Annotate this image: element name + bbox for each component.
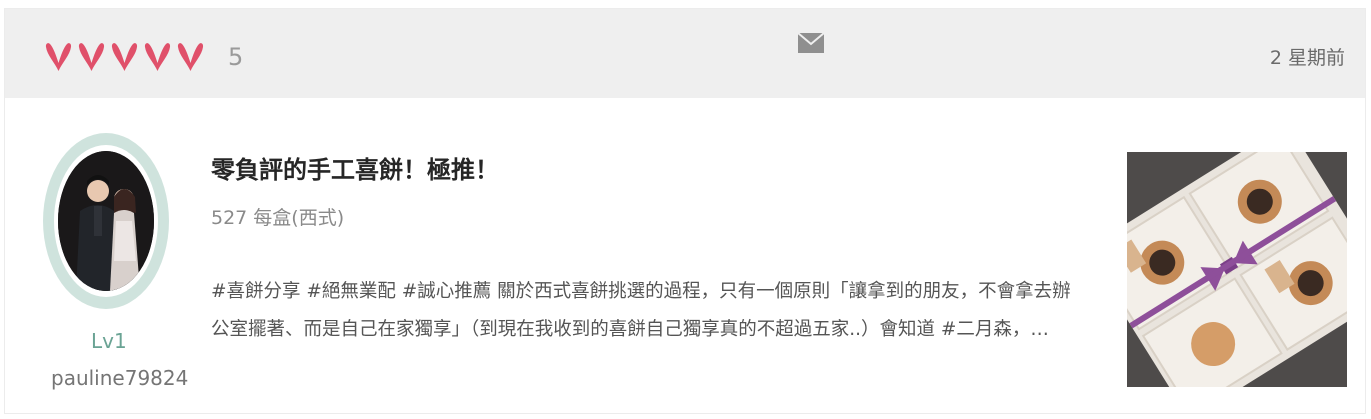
post-excerpt: #喜餅分享 #絕無業配 #誠心推薦 關於西式喜餅挑選的過程，只有一個原則「讓拿到… — [211, 273, 1091, 349]
mail-icon[interactable] — [797, 29, 825, 57]
heart-icon — [76, 41, 107, 73]
heart-icon — [109, 41, 140, 73]
post-thumbnail[interactable] — [1127, 152, 1347, 387]
user-level: Lv1 — [91, 329, 127, 353]
excerpt-line: 公室擺著、而是自己在家獨享」（到現在我收到的喜餅自己獨享真的不超過五家..）會知… — [211, 319, 1049, 340]
avatar-photo — [58, 151, 154, 291]
avatar[interactable] — [43, 133, 169, 309]
post-title[interactable]: 零負評的手工喜餅！極推！ — [211, 150, 499, 185]
username[interactable]: pauline79824 — [51, 366, 188, 390]
heart-icon — [43, 41, 74, 73]
excerpt-line: #喜餅分享 #絕無業配 #誠心推薦 關於西式喜餅挑選的過程，只有一個原則「讓拿到… — [211, 281, 1071, 302]
review-header: 5 2 星期前 — [5, 9, 1365, 98]
timestamp: 2 星期前 — [1269, 47, 1345, 69]
heart-icon — [175, 41, 206, 73]
post-price: 527 每盒(西式) — [211, 207, 345, 229]
avatar-frame — [54, 145, 158, 297]
heart-icon — [142, 41, 173, 73]
rating-value: 5 — [228, 43, 244, 71]
rating: 5 — [43, 39, 243, 75]
review-card: 5 2 星期前 Lv1 pauline79824 零負評的手工喜餅！極推！ 52… — [4, 8, 1366, 414]
